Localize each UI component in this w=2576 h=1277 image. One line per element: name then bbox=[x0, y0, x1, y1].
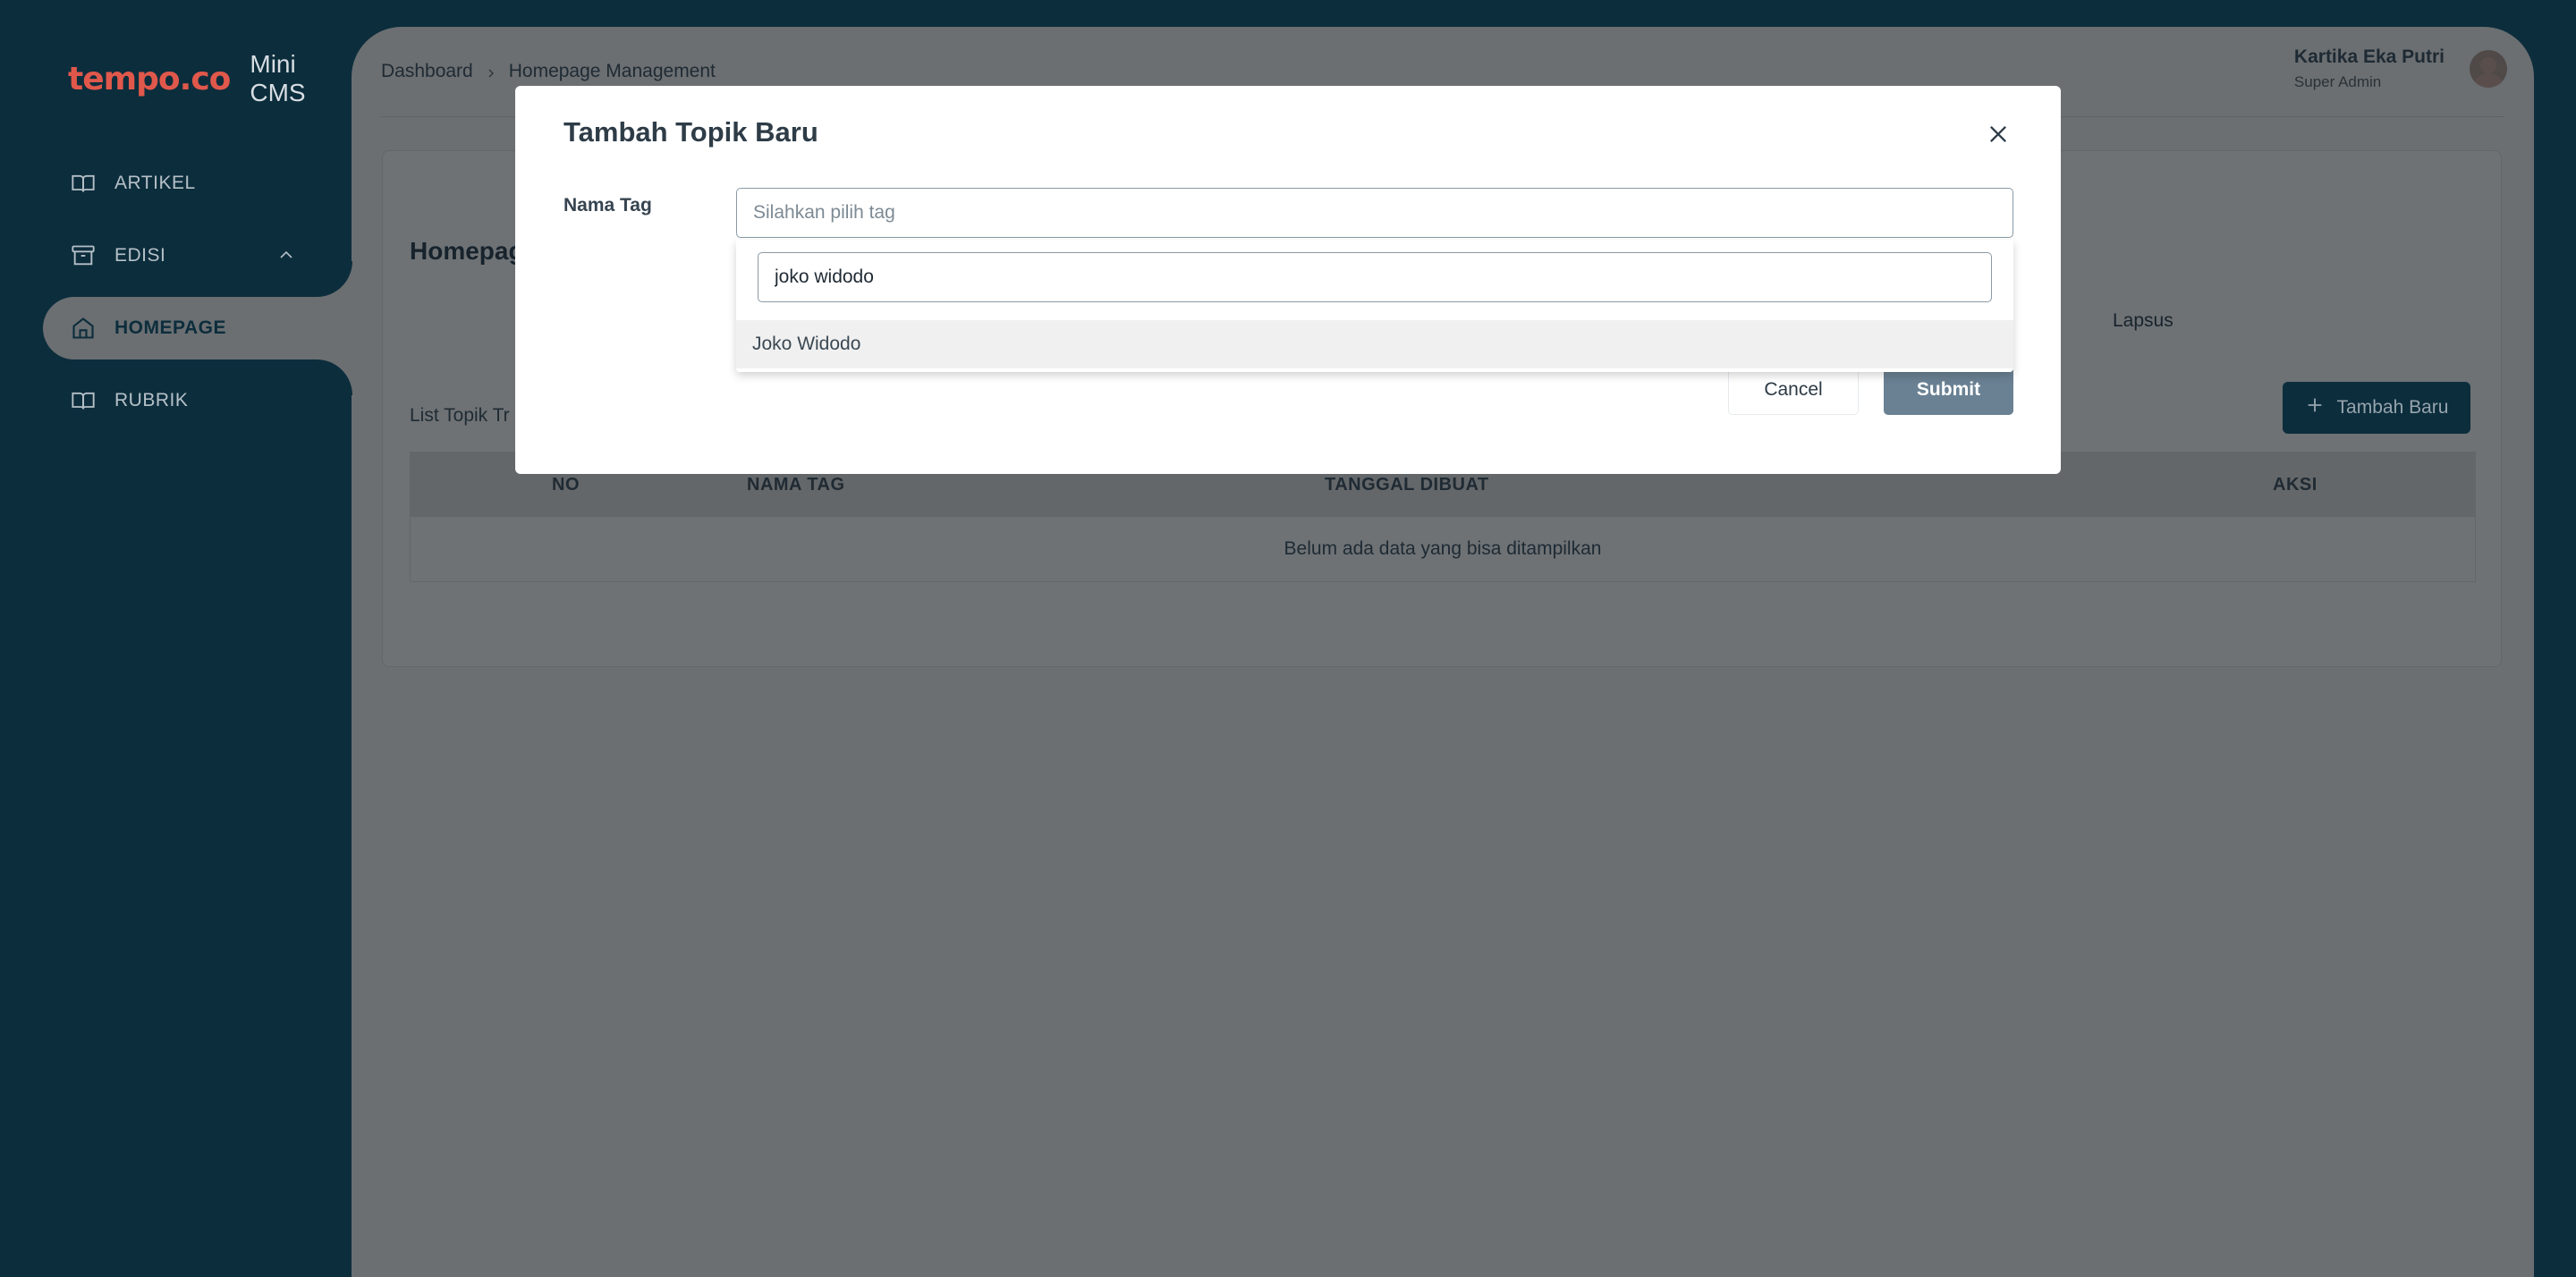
sidebar-item-label: HOMEPAGE bbox=[114, 317, 226, 338]
app-name: Mini CMS bbox=[250, 50, 306, 106]
breadcrumb: Dashboard Homepage Management bbox=[381, 61, 716, 82]
column-header-aksi: AKSI bbox=[2273, 474, 2318, 495]
tag-select-placeholder: Silahkan pilih tag bbox=[753, 202, 895, 223]
sidebar-item-label: ARTIKEL bbox=[114, 173, 196, 193]
plus-icon bbox=[2305, 395, 2325, 420]
breadcrumb-dashboard[interactable]: Dashboard bbox=[381, 61, 473, 82]
column-header-no: NO bbox=[552, 474, 580, 495]
column-header-nama-tag: NAMA TAG bbox=[747, 474, 845, 495]
sidebar-nav: ARTIKEL EDISI HOMEPAGE RUBRIK bbox=[43, 152, 352, 442]
user-name: Kartika Eka Putri bbox=[2293, 47, 2445, 67]
breadcrumb-current: Homepage Management bbox=[508, 61, 716, 81]
book-icon bbox=[70, 387, 97, 414]
page-title: Homepag bbox=[410, 237, 524, 265]
user-role: Super Admin bbox=[2293, 73, 2382, 90]
add-topic-modal: Tambah Topik Baru Nama Tag Silahkan pili… bbox=[515, 86, 2061, 474]
tab-lapsus[interactable]: Lapsus bbox=[2113, 310, 2174, 332]
avatar[interactable] bbox=[2470, 50, 2507, 88]
sidebar-item-edisi[interactable]: EDISI bbox=[43, 224, 352, 287]
table-empty-row: Belum ada data yang bisa ditampilkan bbox=[411, 517, 2475, 581]
sidebar-item-homepage[interactable]: HOMEPAGE bbox=[43, 261, 352, 395]
nama-tag-label: Nama Tag bbox=[564, 195, 652, 216]
cancel-button[interactable]: Cancel bbox=[1728, 365, 1859, 415]
home-icon bbox=[70, 315, 97, 342]
sidebar-item-rubrik[interactable]: RUBRIK bbox=[43, 369, 352, 432]
add-topic-label: Tambah Baru bbox=[2336, 397, 2449, 418]
column-header-tanggal-dibuat: TANGGAL DIBUAT bbox=[1325, 474, 1489, 495]
sidebar-item-label: EDISI bbox=[114, 245, 166, 266]
empty-state-text: Belum ada data yang bisa ditampilkan bbox=[1284, 538, 1602, 559]
sidebar-item-artikel[interactable]: ARTIKEL bbox=[43, 152, 352, 215]
user-menu[interactable]: Kartika Eka Putri Super Admin bbox=[2294, 47, 2507, 91]
brand-logo: tempo.co bbox=[68, 60, 231, 97]
tag-search-input[interactable] bbox=[758, 252, 1992, 302]
sidebar-item-label: RUBRIK bbox=[114, 390, 189, 410]
chevron-right-icon bbox=[484, 64, 498, 79]
tag-dropdown: Joko Widodo bbox=[736, 240, 2013, 372]
chevron-up-icon[interactable] bbox=[275, 244, 297, 266]
tag-select[interactable]: Silahkan pilih tag bbox=[736, 188, 2013, 238]
modal-title: Tambah Topik Baru bbox=[564, 116, 818, 148]
submit-button[interactable]: Submit bbox=[1884, 365, 2013, 415]
add-topic-button[interactable]: Tambah Baru bbox=[2283, 382, 2470, 434]
dropdown-option[interactable]: Joko Widodo bbox=[736, 320, 2013, 368]
book-icon bbox=[70, 170, 97, 197]
list-title: List Topik Tr bbox=[410, 405, 510, 426]
close-icon[interactable] bbox=[1982, 118, 2014, 150]
archive-icon bbox=[70, 242, 97, 269]
app-logo[interactable]: tempo.co Mini CMS bbox=[68, 50, 352, 107]
sidebar: tempo.co Mini CMS ARTIKEL EDISI HOMEPAGE… bbox=[0, 0, 352, 1277]
